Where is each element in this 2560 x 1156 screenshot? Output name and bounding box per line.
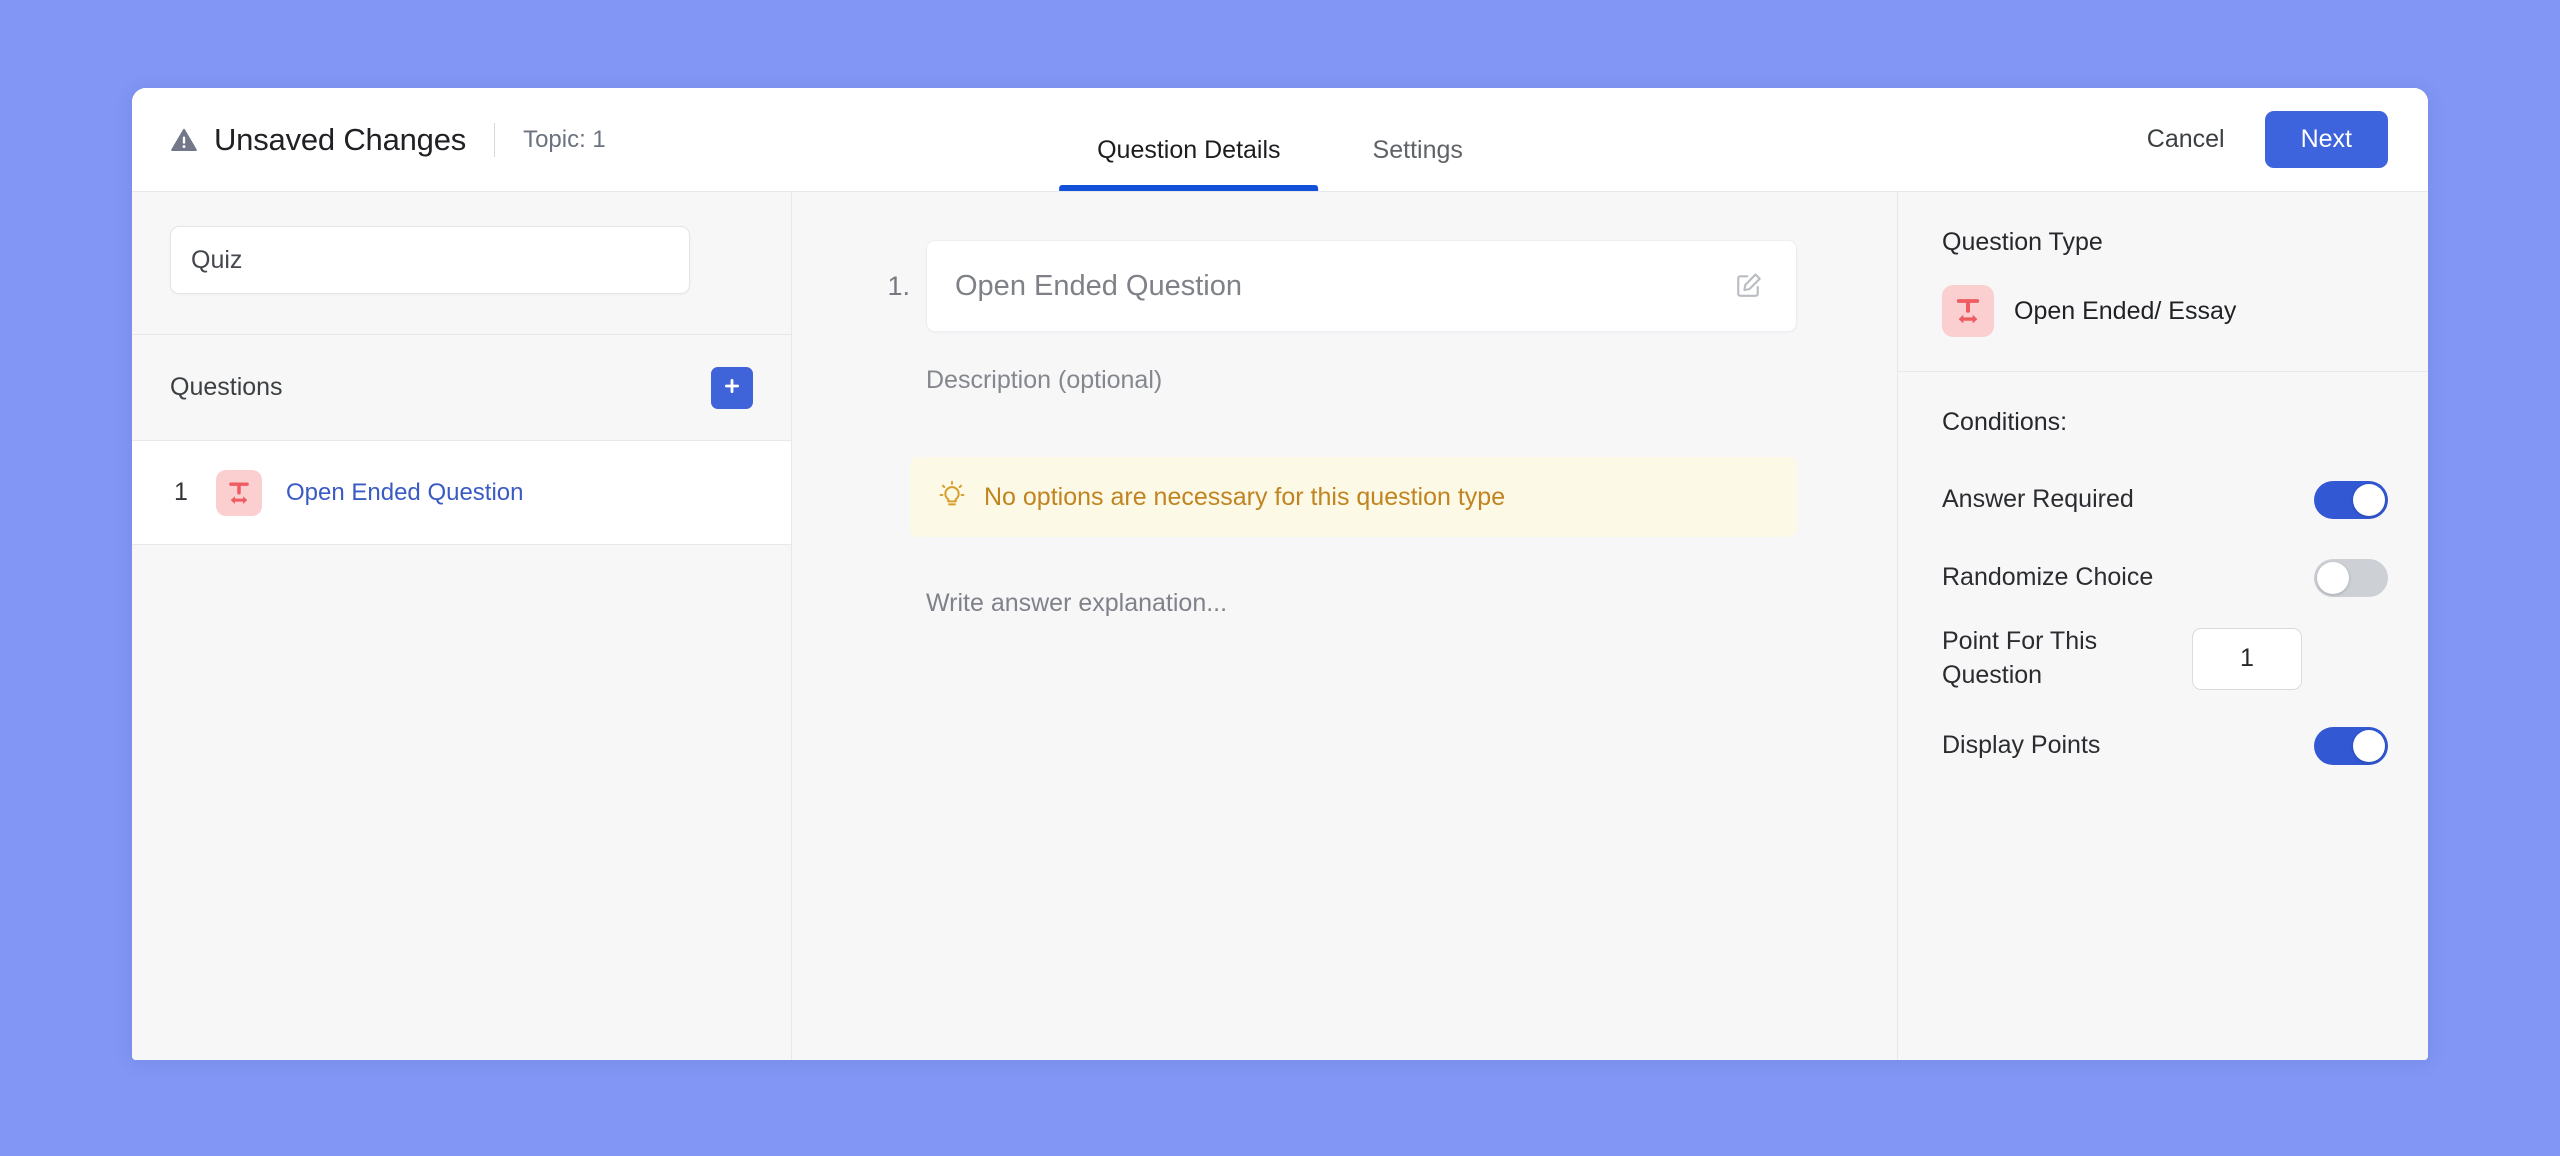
- question-type-section: Question Type Open Ended/ Essay: [1898, 192, 2428, 372]
- warning-triangle-icon: [170, 126, 198, 154]
- questions-header: Questions: [132, 335, 791, 441]
- unsaved-changes-title: Unsaved Changes: [214, 121, 467, 157]
- header-tabs: Question Details Settings: [1051, 88, 1509, 191]
- question-title-input[interactable]: Open Ended Question: [926, 240, 1797, 332]
- quiz-name-section: [132, 192, 791, 335]
- randomize-choice-label: Randomize Choice: [1942, 563, 2154, 592]
- header-left-group: Unsaved Changes Topic: 1: [132, 88, 606, 191]
- list-item[interactable]: 1 Open Ended Question: [132, 441, 791, 545]
- quiz-name-input[interactable]: [170, 226, 690, 294]
- toggle-knob: [2317, 562, 2349, 594]
- question-settings-panel: Question Type Open Ended/ Essay Conditio…: [1898, 192, 2428, 1060]
- notice-text: No options are necessary for this questi…: [984, 482, 1506, 511]
- plus-icon: [720, 374, 744, 401]
- header-divider: [494, 122, 496, 157]
- point-for-question-label: Point For This Question: [1942, 627, 2098, 689]
- condition-display-points: Display Points: [1942, 715, 2388, 777]
- conditions-section: Conditions: Answer Required Randomize Ch…: [1898, 372, 2428, 1060]
- answer-required-label: Answer Required: [1942, 485, 2134, 514]
- display-points-label: Display Points: [1942, 730, 2101, 759]
- next-button[interactable]: Next: [2264, 111, 2388, 168]
- quiz-editor-modal: Unsaved Changes Topic: 1 Question Detail…: [132, 88, 2428, 1060]
- sidebar-empty-space: [132, 545, 791, 1060]
- randomize-choice-toggle[interactable]: [2314, 559, 2388, 597]
- question-type-value: Open Ended/ Essay: [2014, 296, 2237, 325]
- tab-question-details[interactable]: Question Details: [1051, 136, 1326, 191]
- edit-pencil-icon: [1734, 270, 1764, 303]
- question-index: 1: [174, 478, 188, 506]
- toggle-knob: [2353, 484, 2385, 516]
- modal-body: Questions 1: [132, 192, 2428, 1060]
- toggle-knob: [2353, 729, 2385, 762]
- edit-question-button[interactable]: [1730, 266, 1768, 307]
- conditions-heading: Conditions:: [1942, 408, 2068, 436]
- question-title-row: 1. Open Ended Question: [872, 240, 1797, 332]
- question-type-value-row[interactable]: Open Ended/ Essay: [1942, 285, 2388, 337]
- question-number: 1.: [887, 270, 910, 301]
- no-options-notice: No options are necessary for this questi…: [910, 457, 1797, 537]
- question-editor-pane: 1. Open Ended Question Description (opti…: [792, 192, 1898, 1060]
- add-question-button[interactable]: [711, 366, 753, 409]
- lightbulb-icon: [936, 479, 968, 516]
- question-title-link[interactable]: Open Ended Question: [286, 479, 524, 507]
- open-ended-text-icon: [1942, 285, 1994, 337]
- answer-explanation-input[interactable]: Write answer explanation...: [926, 589, 1797, 618]
- questions-sidebar: Questions 1: [132, 192, 792, 1060]
- condition-point-for-question: Point For This Question: [1942, 625, 2388, 693]
- condition-randomize-choice: Randomize Choice: [1942, 547, 2388, 609]
- description-input-placeholder[interactable]: Description (optional): [926, 366, 1797, 395]
- open-ended-text-icon: [216, 469, 262, 516]
- question-title-placeholder: Open Ended Question: [955, 269, 1242, 302]
- topic-label: Topic: 1: [523, 125, 606, 153]
- questions-header-label: Questions: [170, 373, 283, 401]
- cancel-button[interactable]: Cancel: [2141, 117, 2231, 162]
- tab-settings[interactable]: Settings: [1327, 136, 1509, 191]
- answer-required-toggle[interactable]: [2314, 481, 2388, 519]
- header-actions: Cancel Next: [2141, 88, 2428, 191]
- modal-header: Unsaved Changes Topic: 1 Question Detail…: [132, 88, 2428, 192]
- point-for-question-input[interactable]: [2192, 627, 2302, 690]
- question-type-heading: Question Type: [1942, 228, 2103, 256]
- condition-answer-required: Answer Required: [1942, 469, 2388, 531]
- display-points-toggle[interactable]: [2314, 726, 2388, 765]
